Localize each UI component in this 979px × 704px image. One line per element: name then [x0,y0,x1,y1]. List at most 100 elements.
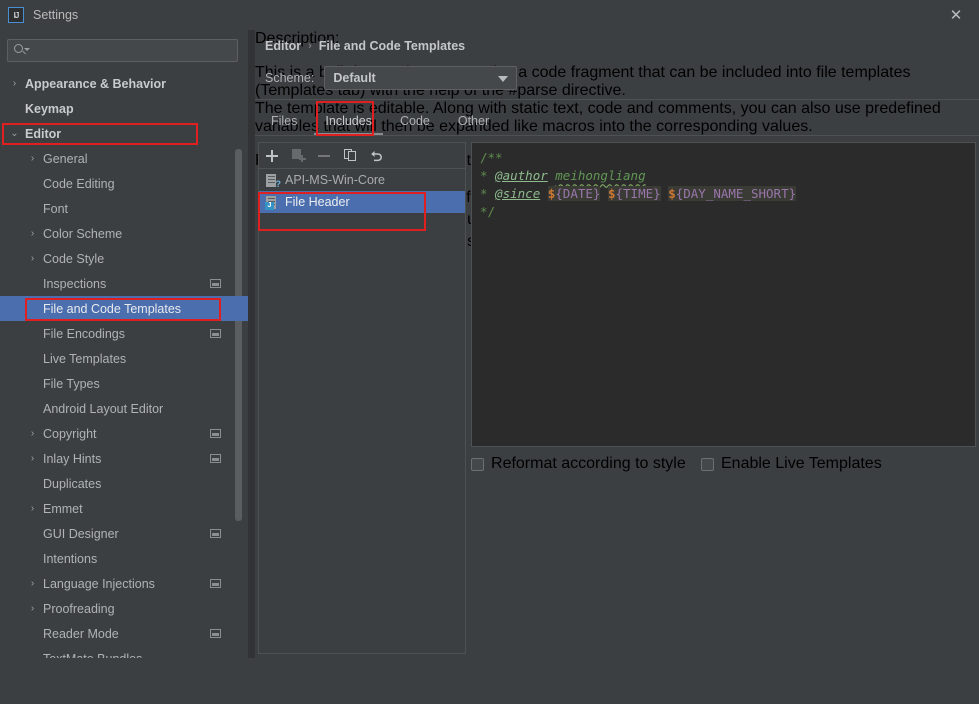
sidebar-item-label: Code Style [43,251,105,266]
chevron-right-icon[interactable]: › [26,228,39,239]
template-tabs[interactable]: Files Includes Code Other [255,106,979,136]
sidebar-item-emmet[interactable]: › Emmet [0,496,248,521]
chevron-right-icon[interactable]: › [26,503,39,514]
chevron-right-icon[interactable]: › [26,603,39,614]
sidebar-item-reader-mode[interactable]: Reader Mode [0,621,248,646]
close-icon[interactable]: ✕ [933,0,979,30]
sidebar-item-android-layout-editor[interactable]: Android Layout Editor [0,396,248,421]
sidebar-item-label: Code Editing [43,176,115,191]
sidebar-item-inspections[interactable]: Inspections [0,271,248,296]
sidebar-item-code-style[interactable]: › Code Style [0,246,248,271]
sidebar-item-label: Font [43,201,69,216]
search-box[interactable] [7,39,238,62]
add-child-template-button[interactable] [285,144,311,168]
live-templates-checkbox[interactable] [701,457,714,471]
header-divider [255,99,979,100]
scheme-dropdown[interactable]: Default [324,66,518,90]
comment-text [600,186,608,201]
template-variable: ${DAY_NAME_SHORT} [668,186,797,201]
search-icon [14,43,30,58]
template-code-editor[interactable]: /** * @author meihongliang * @since ${DA… [471,142,976,447]
tabs-divider [255,135,979,136]
project-scope-badge-icon [210,329,221,338]
chevron-right-icon[interactable]: › [8,78,21,89]
sidebar-item-file-types[interactable]: File Types [0,371,248,396]
search-input[interactable] [29,42,237,59]
reformat-checkbox[interactable] [471,457,484,471]
sidebar-item-label: General [43,151,88,166]
reset-template-button[interactable] [363,144,389,168]
reformat-checkbox-row[interactable]: Reformat according to style [471,455,701,473]
minus-icon [318,154,330,157]
chevron-right-icon[interactable]: › [26,253,39,264]
project-scope-badge-icon [210,529,221,538]
comment-text: * [480,168,496,183]
sidebar-item-label: Inspections [43,276,107,291]
scheme-value: Default [333,71,376,85]
template-list-toolbar [259,143,465,169]
chevron-down-icon [498,76,509,82]
add-template-button[interactable] [259,144,285,168]
chevron-right-icon[interactable]: › [26,578,39,589]
settings-dialog: IJ Settings ✕ › Appearance & Behavior Keym… [0,0,979,704]
chevron-right-icon[interactable]: › [26,453,39,464]
sidebar-item-label: Copyright [43,426,97,441]
sidebar-item-color-scheme[interactable]: › Color Scheme [0,221,248,246]
chevron-right-icon[interactable]: › [26,428,39,439]
sidebar-item-general[interactable]: › General [0,146,248,171]
template-list-panel: ? API-MS-Win-Core J File Header [258,142,466,654]
sidebar-item-gui-designer[interactable]: GUI Designer [0,521,248,546]
sidebar-item-label: Android Layout Editor [43,401,164,416]
sidebar-item-font[interactable]: Font [0,196,248,221]
tab-files[interactable]: Files [255,106,311,136]
sidebar-item-label: TextMate Bundles [43,652,142,659]
template-list[interactable]: ? API-MS-Win-Core J File Header [259,169,465,653]
breadcrumb-separator-icon: › [308,40,312,52]
sidebar-item-duplicates[interactable]: Duplicates [0,471,248,496]
sidebar-item-label: Inlay Hints [43,451,102,466]
sidebar-item-code-editing[interactable]: Code Editing [0,171,248,196]
chevron-down-icon[interactable]: ⌄ [8,128,21,139]
sidebar-item-intentions[interactable]: Intentions [0,546,248,571]
comment-text: */ [480,204,496,219]
pane-divider[interactable] [248,30,255,658]
template-list-item[interactable]: J File Header [259,191,465,213]
sidebar-item-inlay-hints[interactable]: › Inlay Hints [0,446,248,471]
remove-template-button[interactable] [311,144,337,168]
sidebar-item-label: Emmet [43,501,83,516]
comment-text: /** [480,150,503,165]
settings-tree[interactable]: › Appearance & Behavior Keymap ⌄ Editor › Gene… [0,71,248,658]
breadcrumb-parent[interactable]: Editor [265,39,301,53]
live-templates-checkbox-row[interactable]: Enable Live Templates [701,455,882,473]
author-value: meihongliang [555,168,646,183]
sidebar-item-language-injections[interactable]: › Language Injections [0,571,248,596]
breadcrumb: Editor › File and Code Templates [265,39,465,53]
sidebar-item-label: Appearance & Behavior [25,76,167,91]
template-list-item-label: API-MS-Win-Core [285,173,386,187]
template-list-item[interactable]: ? API-MS-Win-Core [259,169,465,191]
chevron-right-icon[interactable]: › [26,153,39,164]
project-scope-badge-icon [210,454,221,463]
sidebar-item-editor[interactable]: ⌄ Editor [0,121,248,146]
sidebar-item-appearance-behavior[interactable]: › Appearance & Behavior [0,71,248,96]
tab-includes[interactable]: Includes [311,106,386,136]
plus-icon [266,149,278,162]
sidebar-item-copyright[interactable]: › Copyright [0,421,248,446]
tab-code[interactable]: Code [386,106,444,136]
sidebar-item-label: Live Templates [43,351,127,366]
sidebar-item-proofreading[interactable]: › Proofreading [0,596,248,621]
editor-line: * @author meihongliang [480,167,967,185]
tab-other[interactable]: Other [444,106,503,136]
template-list-item-label: File Header [285,195,350,209]
sidebar-item-label: Language Injections [43,576,155,591]
sidebar-item-textmate-bundles[interactable]: TextMate Bundles [0,646,248,659]
sidebar-item-live-templates[interactable]: Live Templates [0,346,248,371]
sidebar-item-file-and-code-templates[interactable]: File and Code Templates [0,296,248,321]
live-templates-label: Enable Live Templates [721,455,882,472]
sidebar-item-label: GUI Designer [43,526,119,541]
sidebar-item-keymap[interactable]: Keymap [0,96,248,121]
copy-template-button[interactable] [337,144,363,168]
title-bar: IJ Settings ✕ [0,0,979,30]
sidebar-item-file-encodings[interactable]: File Encodings [0,321,248,346]
template-unknown-icon: ? [265,173,281,188]
